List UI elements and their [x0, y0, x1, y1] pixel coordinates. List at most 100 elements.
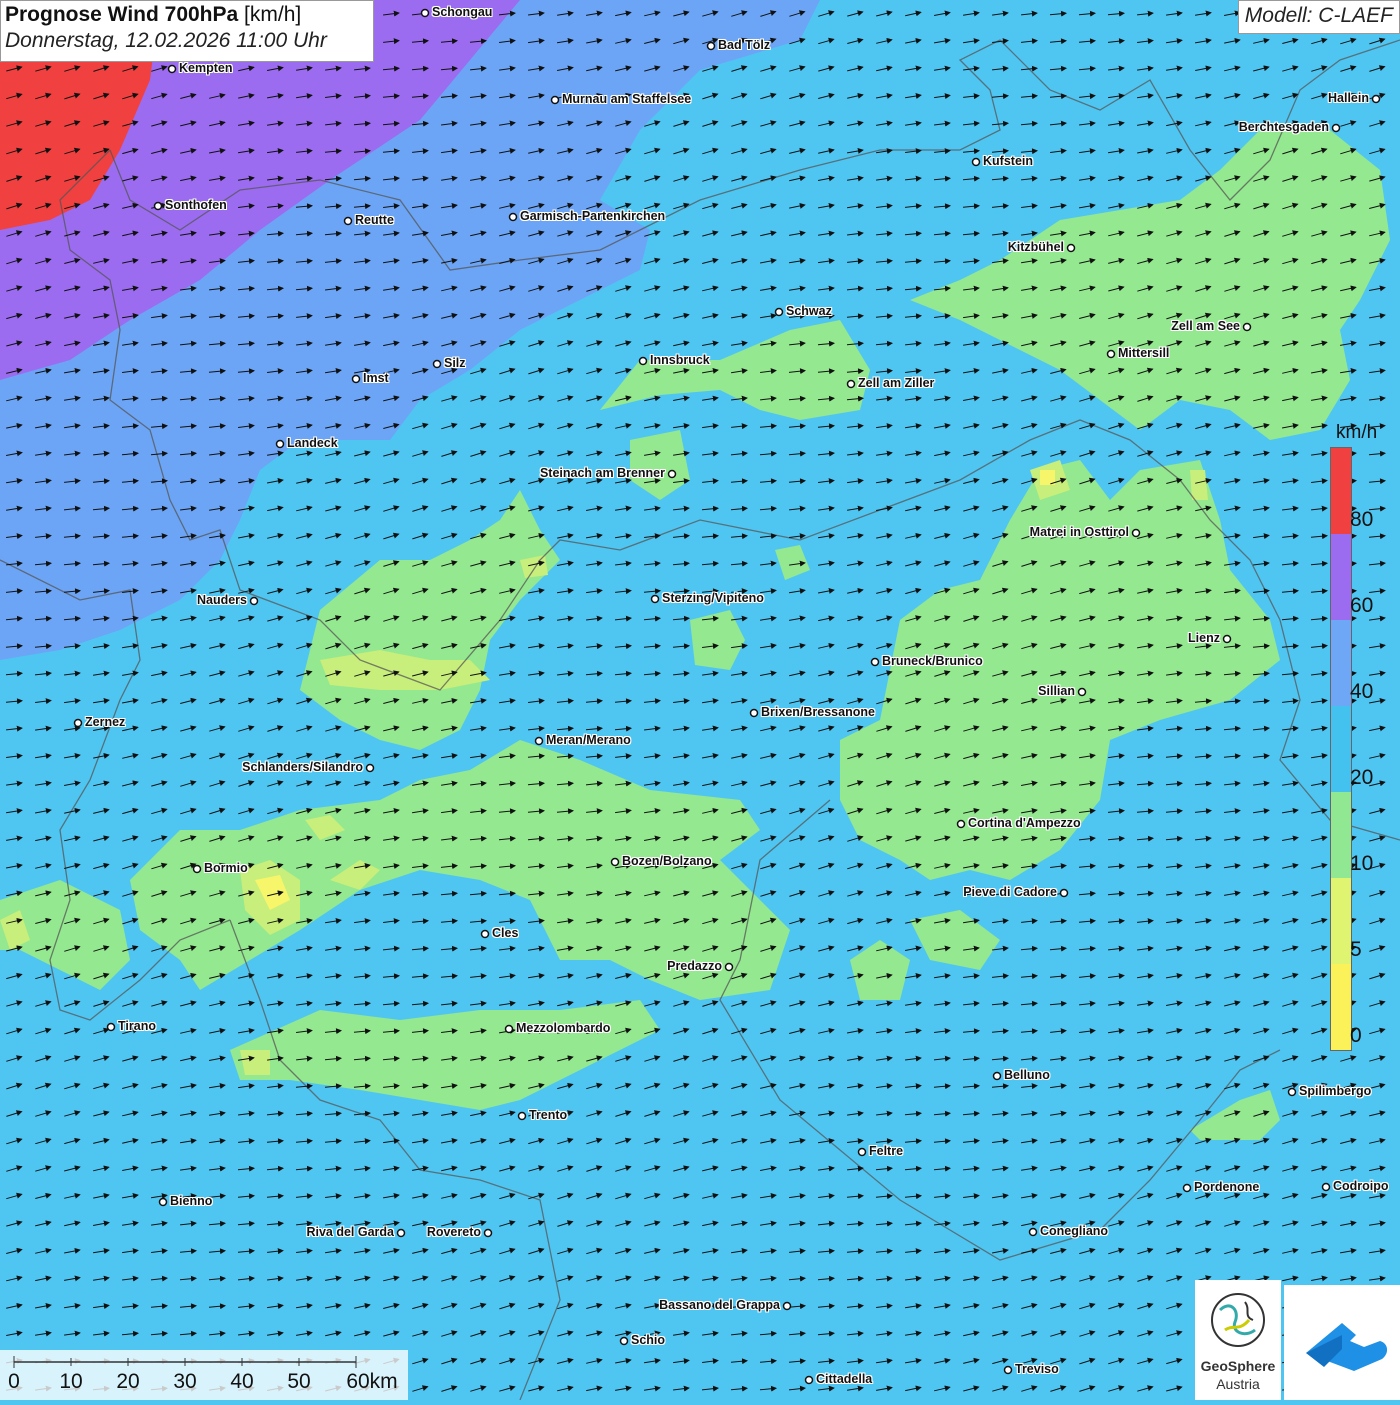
legend-label-40: 40 — [1350, 680, 1374, 703]
city-label: Feltre — [869, 1144, 904, 1158]
city-label: Bassano del Grappa — [659, 1298, 780, 1312]
city-label: Pieve di Cadore — [963, 885, 1057, 899]
city-label: Bad Tölz — [718, 38, 771, 52]
city-label: Zernez — [85, 715, 126, 729]
city-marker — [1003, 1365, 1013, 1375]
city-marker — [724, 962, 734, 972]
city-label: Kitzbühel — [1007, 240, 1064, 254]
city-marker — [1222, 634, 1232, 644]
city-marker — [480, 929, 490, 939]
city-label: Cortina d'Ampezzo — [968, 816, 1081, 830]
scale-label-30: 30 — [173, 1370, 197, 1393]
city-label: Tirano — [118, 1019, 156, 1033]
city-label: Brixen/Bressanone — [761, 705, 875, 719]
legend-seg-60 — [1331, 534, 1351, 620]
legend-label-5: 5 — [1350, 938, 1362, 961]
city-marker — [534, 736, 544, 746]
city-marker — [1106, 349, 1116, 359]
city-label: Cles — [492, 926, 519, 940]
scale-bar-line — [13, 1356, 357, 1368]
city-marker — [870, 657, 880, 667]
city-marker — [610, 857, 620, 867]
city-label: Zell am Ziller — [858, 376, 935, 390]
city-label: Mittersill — [1118, 346, 1170, 360]
city-marker — [857, 1147, 867, 1157]
city-marker — [396, 1228, 406, 1238]
city-marker — [667, 469, 677, 479]
city-label: Sterzing/Vipiteno — [662, 591, 764, 605]
city-label: Kempten — [179, 61, 233, 75]
city-marker — [638, 356, 648, 366]
model-label: Modell: C-LAEF — [1237, 0, 1400, 34]
city-marker — [1028, 1227, 1038, 1237]
city-marker — [365, 763, 375, 773]
city-marker — [1242, 322, 1252, 332]
legend-seg-10 — [1331, 792, 1351, 878]
geosphere-logo-icon — [1211, 1293, 1265, 1347]
city-marker — [158, 1197, 168, 1207]
city-label: Sillian — [1038, 684, 1075, 698]
city-marker — [1077, 687, 1087, 697]
city-marker — [504, 1024, 514, 1034]
city-label: Bozen/Bolzano — [622, 854, 712, 868]
city-label: Innsbruck — [650, 353, 710, 367]
city-marker — [483, 1228, 493, 1238]
city-marker — [1182, 1183, 1192, 1193]
city-marker — [249, 596, 259, 606]
city-label: Matrei in Osttirol — [1029, 525, 1129, 539]
city-label: Bienno — [170, 1194, 213, 1208]
city-label: Schio — [631, 1333, 666, 1347]
color-legend: km/h 80 60 40 20 10 5 0 — [1328, 420, 1386, 1052]
city-label: Landeck — [287, 436, 338, 450]
city-label: Murnau am Staffelsee — [562, 92, 692, 106]
city-marker — [192, 864, 202, 874]
city-marker — [153, 201, 163, 211]
city-marker — [619, 1336, 629, 1346]
city-label: Garmisch-Partenkirchen — [520, 209, 666, 223]
city-label: Codroipo — [1333, 1179, 1389, 1193]
city-label: Predazzo — [667, 959, 722, 973]
weather-app-logo[interactable] — [1284, 1285, 1400, 1400]
city-label: Lienz — [1188, 631, 1220, 645]
city-marker — [73, 718, 83, 728]
scale-label-40: 40 — [230, 1370, 254, 1393]
city-label: Trento — [529, 1108, 568, 1122]
geosphere-logo[interactable]: GeoSphere Austria — [1195, 1280, 1281, 1400]
scale-label-0: 0 — [8, 1370, 20, 1393]
city-label: Mezzolombardo — [516, 1021, 611, 1035]
city-marker — [956, 819, 966, 829]
city-marker — [749, 708, 759, 718]
scale-label-50: 50 — [287, 1370, 311, 1393]
city-marker — [1371, 94, 1381, 104]
city-label: Kufstein — [983, 154, 1033, 168]
city-label: Imst — [363, 371, 389, 385]
city-label: Nauders — [196, 593, 247, 607]
city-marker — [167, 64, 177, 74]
city-marker — [432, 359, 442, 369]
city-label: Hallein — [1328, 91, 1369, 105]
city-marker — [971, 157, 981, 167]
scale-bar: 0 10 20 30 40 50 60km — [0, 1350, 408, 1400]
city-label: Pordenone — [1194, 1180, 1260, 1194]
city-marker — [804, 1375, 814, 1385]
city-label: Riva del Garda — [306, 1225, 394, 1239]
city-label: Schongau — [432, 5, 493, 19]
city-marker — [1321, 1182, 1331, 1192]
city-label: Zell am See — [1171, 319, 1240, 333]
city-label: Berchtesgaden — [1238, 120, 1329, 134]
legend-label-10: 10 — [1350, 852, 1374, 875]
city-label: Reutte — [355, 213, 394, 227]
city-label: Schwaz — [786, 304, 832, 318]
city-label: Meran/Merano — [546, 733, 631, 747]
logo-name: GeoSphere — [1200, 1358, 1276, 1374]
city-marker — [517, 1111, 527, 1121]
legend-unit: km/h — [1336, 422, 1378, 443]
city-marker — [550, 95, 560, 105]
city-label: Bormio — [204, 861, 248, 875]
city-marker — [782, 1301, 792, 1311]
city-marker — [420, 8, 430, 18]
city-marker — [706, 41, 716, 51]
city-marker — [343, 216, 353, 226]
city-label: Treviso — [1015, 1362, 1059, 1376]
city-marker — [1331, 123, 1341, 133]
